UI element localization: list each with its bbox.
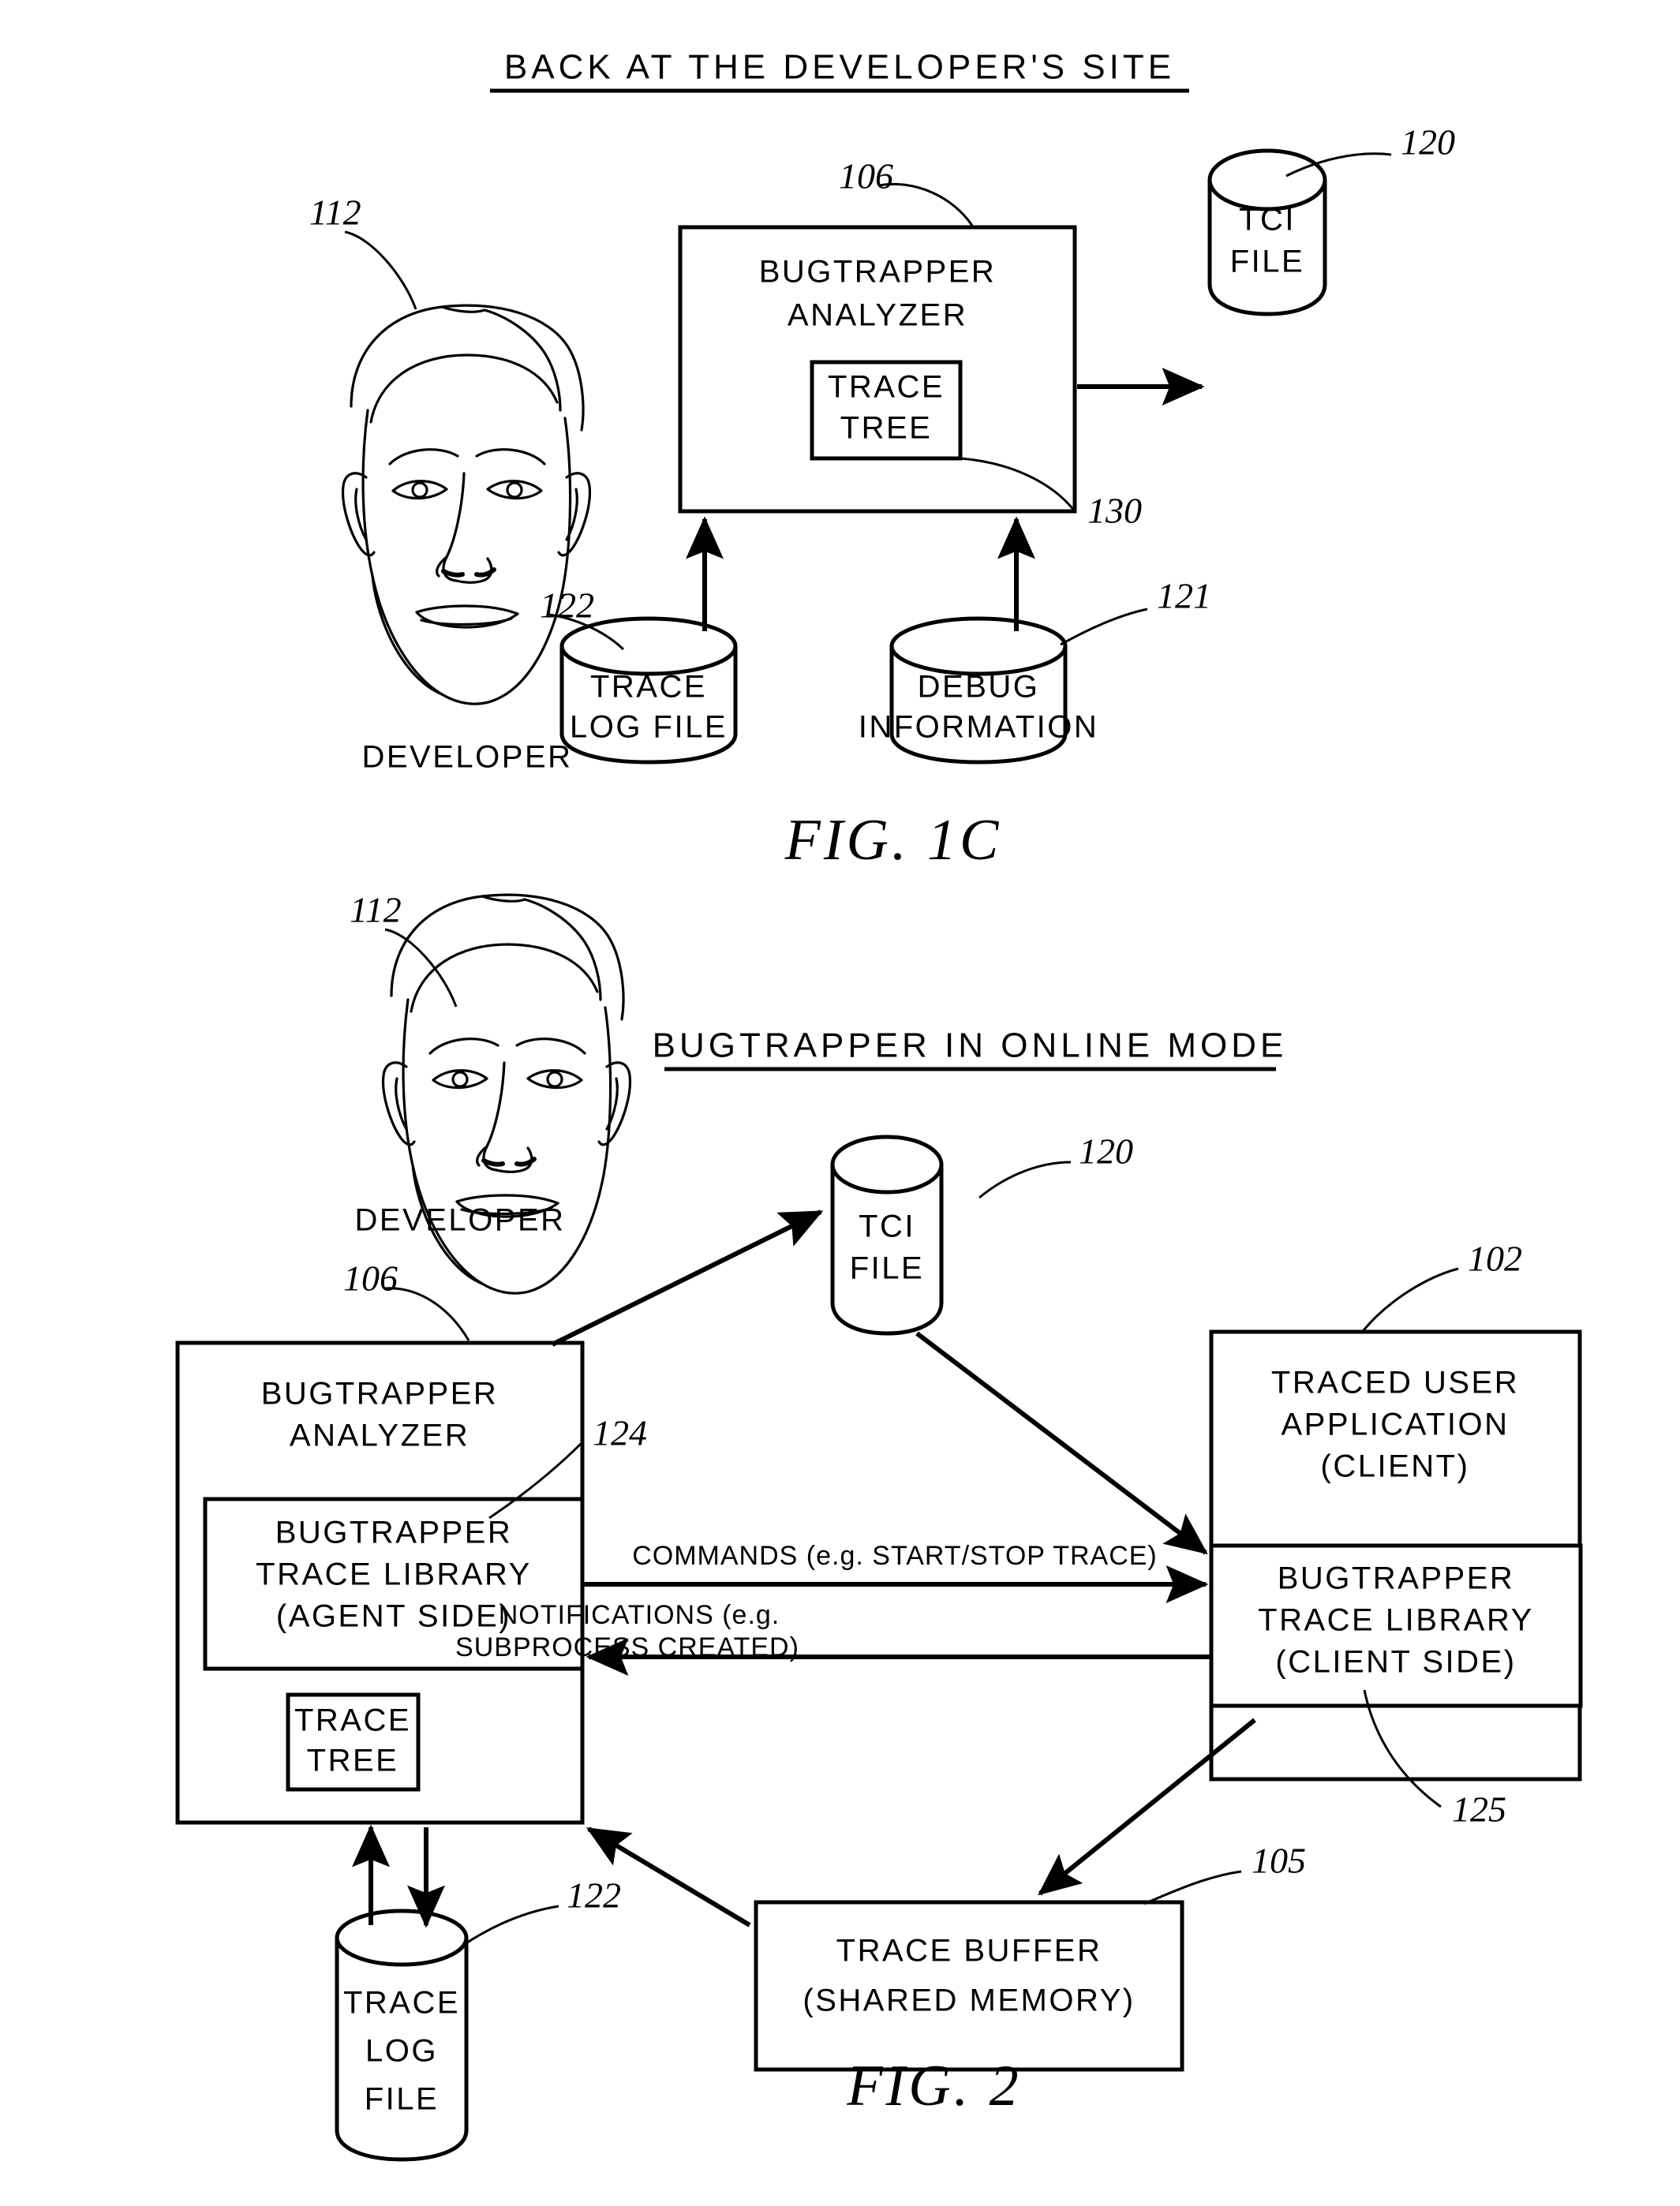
trace-log-label-line2-fig2: LOG xyxy=(365,2034,438,2069)
trace-log-cylinder-top-fig2 xyxy=(335,1909,469,1967)
trace-tree-label-line2: TREE xyxy=(840,411,933,446)
tci-file-cylinder-top-fig1c xyxy=(1207,148,1327,211)
ref-130-fig1c: 130 xyxy=(1087,491,1142,531)
trace-tree-label-line2-fig2: TREE xyxy=(307,1744,399,1778)
traced-app-label-line1: TRACED USER xyxy=(1271,1366,1519,1400)
ref-120-fig1c: 120 xyxy=(1401,122,1455,163)
trace-log-label-line1: TRACE xyxy=(590,670,707,705)
trace-log-label-line3-fig2: FILE xyxy=(365,2082,439,2117)
ref-106-fig1c: 106 xyxy=(839,156,893,196)
client-lib-label-line3: (CLIENT SIDE) xyxy=(1275,1645,1516,1680)
trace-tree-label-line1-fig2: TRACE xyxy=(294,1703,411,1738)
ref-122-fig1c: 122 xyxy=(540,585,594,626)
tci-file-label-line2: FILE xyxy=(1230,245,1304,279)
agent-lib-label-line3: (AGENT SIDE) xyxy=(276,1599,511,1634)
tci-file-label-line1: TCI xyxy=(1239,203,1296,237)
analyzer-label-line2-fig2: ANALYZER xyxy=(290,1419,470,1453)
commands-arrow-label: COMMANDS (e.g. START/STOP TRACE) xyxy=(632,1541,1158,1571)
client-lib-label-line1: BUGTRAPPER xyxy=(1278,1561,1515,1596)
patent-drawing-sheet: BACK AT THE DEVELOPER'S SITE 112 DEVELOP… xyxy=(0,0,1680,2206)
trace-tree-fig2: TRACE TREE xyxy=(286,1692,421,1792)
trace-buffer-label-line2: (SHARED MEMORY) xyxy=(803,1984,1135,2018)
analyzer-label-line1-fig2: BUGTRAPPER xyxy=(261,1377,499,1411)
ref-120-fig2: 120 xyxy=(1079,1131,1133,1172)
agent-lib-label-line2: TRACE LIBRARY xyxy=(256,1557,532,1592)
debug-info-cylinder-top-fig1c xyxy=(889,616,1068,676)
analyzer-label-line1: BUGTRAPPER xyxy=(759,255,997,290)
patent-figures-svg: BACK AT THE DEVELOPER'S SITE 112 DEVELOP… xyxy=(0,0,1680,2206)
trace-log-label-line1-fig2: TRACE xyxy=(343,1986,460,2021)
fig1c-heading: BACK AT THE DEVELOPER'S SITE xyxy=(504,48,1175,87)
developer-label-fig1c: DEVELOPER xyxy=(361,740,572,775)
notifications-arrow-label-line1: NOTIFICATIONS (e.g. xyxy=(499,1600,780,1630)
fig1c-caption: FIG. 1C xyxy=(784,808,1002,873)
traced-app-label-line3: (CLIENT) xyxy=(1321,1449,1470,1484)
tci-file-cylinder-top-fig2 xyxy=(830,1135,944,1195)
debug-info-label-line2: INFORMATION xyxy=(859,710,1099,745)
tci-file-label-line2-fig2: FILE xyxy=(850,1251,924,1286)
ref-125-fig2: 125 xyxy=(1452,1789,1506,1830)
notifications-arrow-label-line2: SUBPROCESS CREATED) xyxy=(455,1632,799,1662)
developer-label-fig2: DEVELOPER xyxy=(354,1203,565,1238)
client-lib-label-line2: TRACE LIBRARY xyxy=(1258,1603,1534,1638)
fig2-heading: BUGTRAPPER IN ONLINE MODE xyxy=(653,1026,1288,1065)
agent-lib-label-line1: BUGTRAPPER xyxy=(275,1516,513,1550)
ref-105-fig2: 105 xyxy=(1252,1841,1306,1881)
ref-102-fig2: 102 xyxy=(1468,1239,1522,1279)
ref-112-fig2: 112 xyxy=(350,890,402,930)
trace-buffer-label-line1: TRACE BUFFER xyxy=(836,1934,1102,1969)
analyzer-label-line2: ANALYZER xyxy=(788,298,967,333)
ref-122-fig2: 122 xyxy=(567,1875,621,1916)
trace-tree-label-line1: TRACE xyxy=(828,370,945,405)
ref-124-fig2: 124 xyxy=(593,1413,647,1453)
trace-log-label-line2: LOG FILE xyxy=(570,710,728,745)
ref-112-fig1c: 112 xyxy=(309,193,361,233)
tci-file-label-line1-fig2: TCI xyxy=(859,1210,915,1244)
debug-info-label-line1: DEBUG xyxy=(918,670,1040,705)
ref-121-fig1c: 121 xyxy=(1157,576,1211,616)
traced-app-label-line2: APPLICATION xyxy=(1281,1408,1509,1442)
fig2-caption: FIG. 2 xyxy=(846,2054,1021,2118)
ref-106-fig2: 106 xyxy=(343,1258,398,1299)
